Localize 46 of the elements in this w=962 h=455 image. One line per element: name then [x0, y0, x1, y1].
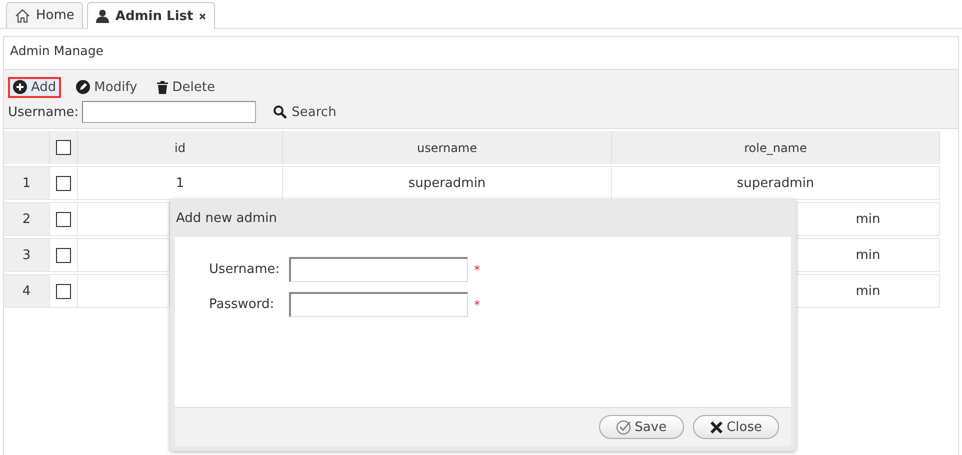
row-number: 3 [4, 238, 50, 272]
cell-text: min [856, 284, 880, 298]
pencil-icon [76, 80, 90, 94]
home-icon [15, 8, 30, 22]
row-number: 1 [4, 166, 50, 200]
row-checkbox[interactable] [56, 248, 71, 262]
add-button[interactable]: Add [8, 76, 62, 98]
tab-label: Home [36, 8, 74, 23]
input-field[interactable] [289, 292, 468, 317]
column-header[interactable]: role_name [612, 131, 940, 164]
row-checkbox[interactable] [56, 176, 71, 190]
row-number: 4 [4, 274, 50, 308]
cell-text: min [856, 248, 880, 262]
table-cell: superadmin [283, 166, 612, 200]
tab-label: Admin List [115, 8, 194, 24]
check-icon [616, 420, 631, 434]
modify-button[interactable]: Modify [71, 76, 142, 98]
table-cell: 1 [78, 166, 283, 200]
trash-icon [157, 80, 168, 94]
search-icon [272, 105, 287, 119]
cell-text: min [856, 212, 880, 226]
column-header[interactable]: username [283, 131, 612, 164]
row-checkbox[interactable] [56, 284, 71, 298]
required-marker: * [474, 262, 480, 276]
user-icon [96, 9, 110, 23]
delete-button[interactable]: Delete [152, 76, 220, 98]
column-header[interactable]: id [78, 131, 283, 164]
search-button[interactable]: Search [266, 104, 342, 120]
select-all-checkbox[interactable] [56, 140, 71, 155]
tab[interactable]: Home [6, 2, 84, 28]
table-cell: superadmin [612, 166, 940, 200]
add-icon [13, 80, 27, 94]
row-number: 2 [4, 202, 50, 236]
close-icon[interactable] [199, 12, 206, 20]
input-field[interactable] [289, 257, 468, 282]
close-button[interactable]: Close [692, 415, 779, 439]
field-label: Username: [209, 262, 281, 277]
required-marker: * [474, 298, 480, 312]
field-label: Password: [209, 297, 276, 312]
row-checkbox[interactable] [56, 212, 71, 226]
search-field[interactable] [82, 101, 256, 123]
tab[interactable]: Admin List [87, 2, 216, 29]
dialog-title: Add new admin [175, 210, 278, 228]
close-icon [710, 420, 723, 434]
search-label: Username: [8, 104, 79, 120]
save-button[interactable]: Save [598, 415, 684, 439]
